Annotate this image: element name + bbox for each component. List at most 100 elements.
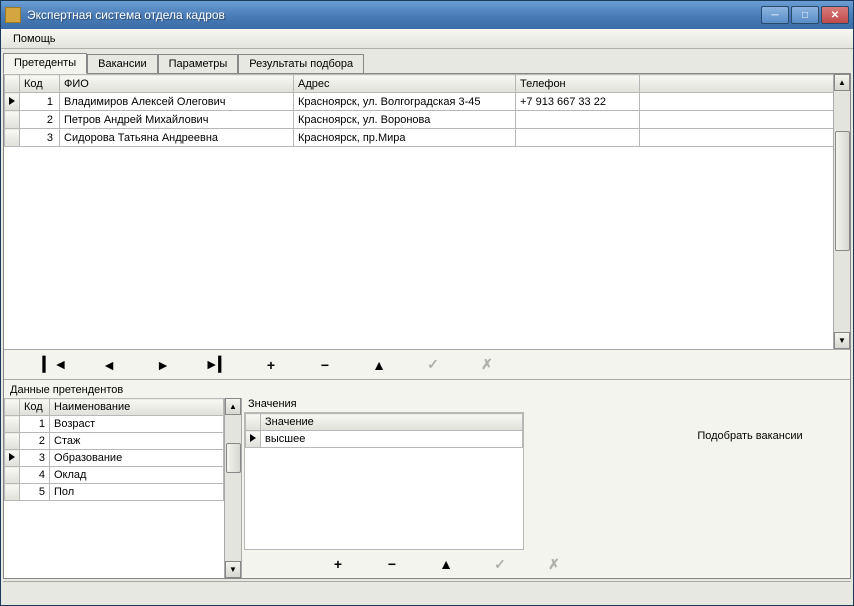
tab-results[interactable]: Результаты подбора — [238, 54, 364, 73]
nav-cancel-button: ✗ — [527, 552, 581, 576]
values-label: Значения — [242, 398, 650, 412]
nav-post-button: ✓ — [473, 552, 527, 576]
scroll-thumb[interactable] — [835, 131, 850, 251]
table-row[interactable]: 2 Петров Андрей Михайлович Красноярск, у… — [5, 111, 834, 129]
details-vscrollbar[interactable]: ▲ ▼ — [224, 398, 241, 578]
cell-address[interactable]: Красноярск, ул. Волгоградская 3-45 — [294, 93, 516, 111]
scroll-track[interactable] — [225, 415, 241, 561]
nav-prev-button[interactable]: ◄ — [82, 353, 136, 377]
menubar: Помощь — [1, 29, 853, 49]
close-button[interactable]: ✕ — [821, 6, 849, 24]
menu-help[interactable]: Помощь — [7, 31, 62, 47]
nav-first-button[interactable]: ▎◄ — [28, 353, 82, 377]
header-value[interactable]: Значение — [261, 414, 523, 431]
nav-insert-button[interactable]: + — [244, 353, 298, 377]
nav-first-icon: ▎◄ — [43, 356, 68, 373]
main-grid[interactable]: Код ФИО Адрес Телефон 1 Владимиров Алекс… — [4, 74, 833, 349]
current-row-icon — [9, 453, 15, 461]
edit-icon: ▲ — [372, 357, 386, 373]
scroll-up-icon[interactable]: ▲ — [225, 398, 241, 415]
header-indicator — [5, 75, 20, 93]
cell-fio[interactable]: Сидорова Татьяна Андреевна — [60, 129, 294, 147]
maximize-button[interactable]: □ — [791, 6, 819, 24]
nav-next-icon: ► — [156, 357, 170, 373]
cell-fio[interactable]: Владимиров Алексей Олегович — [60, 93, 294, 111]
nav-delete-button[interactable]: − — [365, 552, 419, 576]
window-title: Экспертная система отдела кадров — [27, 8, 761, 22]
table-row[interactable]: высшее — [246, 431, 523, 448]
nav-last-button[interactable]: ►▎ — [190, 353, 244, 377]
cell-fio[interactable]: Петров Андрей Михайлович — [60, 111, 294, 129]
row-indicator-cell — [5, 129, 20, 147]
nav-edit-button[interactable]: ▲ — [352, 353, 406, 377]
nav-next-button[interactable]: ► — [136, 353, 190, 377]
scroll-down-icon[interactable]: ▼ — [225, 561, 241, 578]
nav-edit-button[interactable]: ▲ — [419, 552, 473, 576]
pick-vacancies-button[interactable]: Подобрать вакансии — [683, 426, 816, 446]
table-row[interactable]: 4 Оклад — [5, 467, 224, 484]
cell-phone[interactable] — [516, 129, 640, 147]
cell-address[interactable]: Красноярск, ул. Воронова — [294, 111, 516, 129]
nav-insert-button[interactable]: + — [311, 552, 365, 576]
nav-cancel-button: ✗ — [460, 353, 514, 377]
details-label: Данные претендентов — [4, 380, 850, 398]
cell-code[interactable]: 2 — [20, 111, 60, 129]
header-phone[interactable]: Телефон — [516, 75, 640, 93]
cancel-icon: ✗ — [548, 556, 560, 573]
header-code[interactable]: Код — [20, 75, 60, 93]
cell-code[interactable]: 1 — [20, 93, 60, 111]
header-code[interactable]: Код — [20, 399, 50, 416]
plus-icon: + — [267, 357, 275, 373]
current-row-icon — [9, 97, 15, 105]
scroll-track[interactable] — [834, 91, 850, 332]
values-navigator: + − ▲ ✓ ✗ — [242, 550, 650, 578]
table-row[interactable]: 3 Образование — [5, 450, 224, 467]
app-window: Экспертная система отдела кадров ─ □ ✕ П… — [0, 0, 854, 606]
plus-icon: + — [334, 556, 342, 572]
table-row[interactable]: 1 Владимиров Алексей Олегович Красноярск… — [5, 93, 834, 111]
main-navigator: ▎◄ ◄ ► ►▎ + − ▲ ✓ ✗ — [4, 350, 850, 380]
minus-icon: − — [388, 556, 396, 572]
cell-code[interactable]: 3 — [20, 129, 60, 147]
tab-applicants[interactable]: Претеденты — [3, 53, 87, 74]
current-row-icon — [250, 434, 256, 442]
table-header-row: Код Наименование — [5, 399, 224, 416]
header-fio[interactable]: ФИО — [60, 75, 294, 93]
scroll-down-icon[interactable]: ▼ — [834, 332, 850, 349]
statusbar — [3, 581, 851, 603]
table-row[interactable]: 1 Возраст — [5, 416, 224, 433]
table-row[interactable]: 2 Стаж — [5, 433, 224, 450]
lower-panel: Данные претендентов Код Наименование — [4, 380, 850, 578]
table-row[interactable]: 3 Сидорова Татьяна Андреевна Красноярск,… — [5, 129, 834, 147]
header-address[interactable]: Адрес — [294, 75, 516, 93]
cell-phone[interactable]: +7 913 667 33 22 — [516, 93, 640, 111]
header-name[interactable]: Наименование — [50, 399, 224, 416]
titlebar: Экспертная система отдела кадров ─ □ ✕ — [1, 1, 853, 29]
nav-prev-icon: ◄ — [102, 357, 116, 373]
values-panel: Значения Значение — [242, 398, 650, 578]
check-icon: ✓ — [494, 556, 506, 573]
lower-body: Код Наименование 1 Возраст — [4, 398, 850, 578]
cell-phone[interactable] — [516, 111, 640, 129]
values-grid[interactable]: Значение высшее — [244, 412, 524, 550]
main-grid-vscrollbar[interactable]: ▲ ▼ — [833, 74, 850, 349]
cell-value[interactable]: высшее — [261, 431, 523, 448]
scroll-thumb[interactable] — [226, 443, 241, 473]
window-controls: ─ □ ✕ — [761, 6, 849, 24]
minimize-button[interactable]: ─ — [761, 6, 789, 24]
details-grid[interactable]: Код Наименование 1 Возраст — [4, 398, 224, 578]
check-icon: ✓ — [427, 356, 439, 373]
actions-panel: Подобрать вакансии — [650, 398, 850, 578]
cell-address[interactable]: Красноярск, пр.Мира — [294, 129, 516, 147]
tab-vacancies[interactable]: Вакансии — [87, 54, 158, 73]
tabstrip: Претеденты Вакансии Параметры Результаты… — [3, 51, 851, 73]
app-icon — [5, 7, 21, 23]
table-row[interactable]: 5 Пол — [5, 484, 224, 501]
details-grid-wrap: Код Наименование 1 Возраст — [4, 398, 242, 578]
scroll-up-icon[interactable]: ▲ — [834, 74, 850, 91]
nav-delete-button[interactable]: − — [298, 353, 352, 377]
main-grid-wrap: Код ФИО Адрес Телефон 1 Владимиров Алекс… — [4, 74, 850, 350]
tab-params[interactable]: Параметры — [158, 54, 239, 73]
edit-icon: ▲ — [439, 556, 453, 572]
row-indicator-cell — [5, 93, 20, 111]
